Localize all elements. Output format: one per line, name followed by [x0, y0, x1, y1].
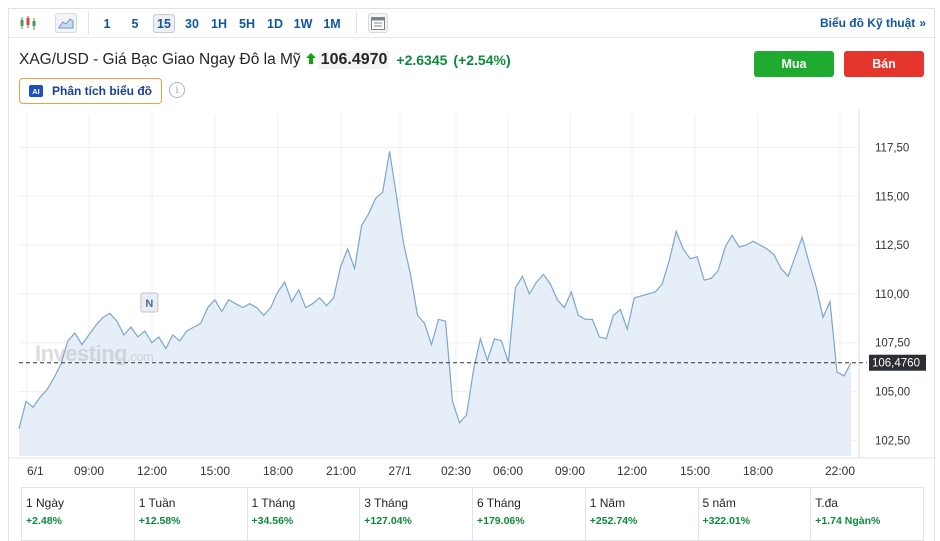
x-tick-label: 18:00	[263, 464, 293, 478]
y-tick-label: 107,50	[875, 338, 910, 350]
x-tick-label: 09:00	[555, 464, 585, 478]
y-tick-label: 115,00	[875, 191, 909, 203]
technical-chart-label: Biểu đồ Kỹ thuật	[819, 16, 916, 30]
performance-value: +2.48%	[26, 515, 62, 527]
ai-chart-analysis-button[interactable]: AI Phân tích biểu đồ	[19, 78, 162, 104]
price-change: +2.6345	[396, 52, 448, 68]
y-tick-label: 112,50	[875, 240, 909, 252]
x-tick-label: 06:00	[493, 464, 523, 478]
x-tick-label: 12:00	[137, 464, 167, 478]
y-tick-label: 110,00	[875, 289, 909, 301]
buy-button[interactable]: Mua	[754, 51, 834, 77]
sell-button[interactable]: Bán	[844, 51, 924, 77]
x-tick-label: 22:00	[825, 464, 855, 478]
calendar-icon[interactable]	[368, 13, 388, 33]
chevron-right-icon: »	[919, 16, 926, 30]
performance-cell: 1 Năm +252.74%	[586, 488, 699, 540]
interval-1[interactable]: 1	[101, 14, 113, 33]
chart-toolbar: 1 5 15 30 1H 5H 1D 1W 1M Biểu đồ Kỹ thuật»	[9, 9, 936, 38]
y-tick-label: 105,00	[875, 387, 910, 399]
watermark-suffix: .com	[127, 349, 154, 364]
price-chart-svg: 102,50 105,00 107,50 110,00 112,50 115,00 117,…	[9, 109, 936, 478]
x-tick-label: 15:00	[680, 464, 710, 478]
x-tick-label: 6/1	[27, 464, 44, 478]
y-tick-label: 117,50	[875, 142, 909, 154]
performance-period: 6 Tháng	[477, 496, 521, 510]
performance-cell: 5 năm +322.01%	[699, 488, 812, 540]
performance-table: 1 Ngày +2.48% 1 Tuần +12.58% 1 Tháng +34.56% 3…	[21, 487, 924, 541]
x-tick-label: 02:30	[441, 464, 471, 478]
last-price: 106.4970	[318, 51, 390, 69]
price-chart[interactable]: Investing.com 102,50 105,00 107,50 110,00 11…	[9, 109, 936, 484]
performance-period: 1 Ngày	[26, 496, 65, 510]
performance-value: +34.56%	[251, 515, 294, 527]
performance-value: +179.06%	[477, 515, 525, 527]
performance-period: T.đa	[815, 496, 838, 510]
price-change-percent: (+2.54%)	[453, 52, 511, 68]
chart-widget: 1 5 15 30 1H 5H 1D 1W 1M Biểu đồ Kỹ thuật» XAG/U…	[8, 8, 936, 541]
watermark-brand: Investing	[35, 341, 128, 366]
interval-1d[interactable]: 1D	[265, 14, 285, 33]
toolbar-divider	[88, 12, 89, 34]
performance-cell: 1 Tháng +34.56%	[248, 488, 361, 540]
performance-value: +322.01%	[702, 515, 751, 527]
performance-cell: 1 Ngày +2.48%	[22, 488, 135, 540]
up-arrow-icon	[305, 53, 316, 67]
investing-watermark: Investing.com	[35, 341, 154, 367]
performance-cell: 6 Tháng +179.06%	[473, 488, 586, 540]
performance-period: 1 Tháng	[251, 496, 296, 510]
news-marker-label: N	[145, 298, 153, 310]
ai-analysis-label: Phân tích biểu đồ	[52, 84, 153, 98]
performance-value: +127.04%	[364, 515, 412, 527]
ai-badge-icon: AI	[29, 85, 43, 97]
x-tick-label: 15:00	[200, 464, 230, 478]
instrument-name: XAG/USD - Giá Bạc Giao Ngay Đô la Mỹ	[19, 51, 301, 68]
performance-period: 3 Tháng	[364, 496, 409, 510]
performance-period: 5 năm	[702, 496, 736, 510]
y-tick-label: 102,50	[875, 435, 910, 447]
x-tick-label: 27/1	[388, 464, 412, 478]
interval-1h[interactable]: 1H	[209, 14, 229, 33]
performance-period: 1 Năm	[589, 496, 626, 510]
technical-chart-link[interactable]: Biểu đồ Kỹ thuật»	[820, 16, 926, 30]
candlestick-chart-icon[interactable]	[17, 13, 39, 33]
x-tick-label: 09:00	[74, 464, 104, 478]
performance-value: +252.74%	[589, 515, 638, 527]
interval-1w[interactable]: 1W	[292, 14, 314, 33]
performance-value: +1.74 Ngàn%	[815, 515, 881, 527]
x-tick-label: 18:00	[743, 464, 773, 478]
performance-cell: 1 Tuần +12.58%	[135, 488, 248, 540]
interval-1m[interactable]: 1M	[321, 14, 343, 33]
current-price-label: 106,4760	[872, 358, 920, 370]
interval-15[interactable]: 15	[153, 14, 175, 33]
interval-30[interactable]: 30	[181, 14, 203, 33]
performance-cell: T.đa +1.74 Ngàn%	[811, 488, 923, 540]
performance-period: 1 Tuần	[138, 496, 176, 510]
interval-5[interactable]: 5	[129, 14, 141, 33]
info-icon[interactable]: i	[169, 82, 185, 98]
x-tick-label: 12:00	[617, 464, 647, 478]
toolbar-divider	[356, 12, 357, 34]
performance-value: +12.58%	[138, 515, 181, 527]
interval-5h[interactable]: 5H	[237, 14, 257, 33]
area-chart-icon[interactable]	[55, 13, 77, 33]
performance-cell: 3 Tháng +127.04%	[360, 488, 473, 540]
x-tick-label: 21:00	[326, 464, 356, 478]
instrument-header: XAG/USD - Giá Bạc Giao Ngay Đô la Mỹ 106…	[19, 51, 511, 69]
